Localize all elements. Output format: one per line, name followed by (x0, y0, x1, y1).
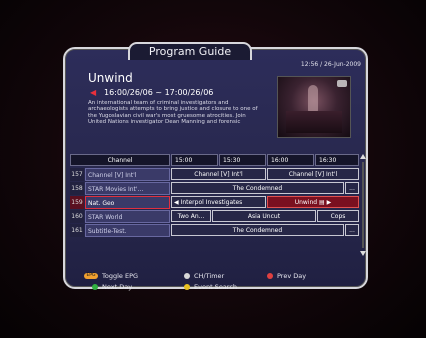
event-cell[interactable]: Asia Uncut (212, 210, 316, 222)
channel-column-header: Channel (70, 154, 170, 166)
legend-label: CH/Timer (194, 272, 225, 280)
channel-name[interactable]: Channel [V] Int'l (85, 168, 170, 181)
event-cell[interactable]: The Condemned (171, 224, 344, 236)
legend-label: Event Search (194, 283, 238, 291)
right-arrow-icon: ▶ (326, 199, 332, 206)
play-arrow-icon: ◀ (90, 87, 97, 97)
scrollbar[interactable] (360, 154, 366, 258)
event-cell[interactable]: Cops (317, 210, 359, 222)
scroll-up-icon[interactable] (360, 154, 366, 159)
channel-number: 161 (70, 224, 84, 237)
time-slot-header: 16:00 (267, 154, 314, 166)
yellow-key-icon (184, 284, 190, 290)
legend-ch-timer: CH/Timer (184, 272, 224, 280)
channel-row-selected[interactable]: 159 Nat. Geo ◀ Interpol Investigates Unw… (70, 196, 362, 209)
channel-number: 157 (70, 168, 84, 181)
channel-name[interactable]: STAR Movies Int'... (85, 182, 170, 195)
legend-event-search: Event Search (184, 283, 237, 291)
green-key-icon (92, 284, 98, 290)
legend-next-day: Next Day (92, 283, 132, 291)
channel-row[interactable]: 157 Channel [V] Int'l Channel [V] Int'l … (70, 168, 362, 181)
left-arrow-icon: ◀ (174, 199, 179, 206)
channel-number: 159 (70, 196, 84, 209)
program-title: Unwind (88, 71, 133, 85)
legend-label: Toggle EPG (102, 272, 139, 280)
video-preview[interactable] (277, 76, 351, 138)
event-title: Interpol Investigates (180, 199, 243, 206)
ch-timer-key-icon (184, 273, 190, 279)
event-cell[interactable]: The Condemned (171, 182, 344, 194)
time-slot-header: 15:00 (171, 154, 218, 166)
reminder-icon: ▤ (319, 199, 325, 206)
event-cell[interactable]: Two An... (171, 210, 211, 222)
event-cell[interactable]: ... (345, 182, 359, 194)
page-title: Program Guide (128, 42, 252, 60)
event-cell[interactable]: ... (345, 224, 359, 236)
time-slot-header: 15:30 (219, 154, 266, 166)
channel-name[interactable]: Subtitle-Test. (85, 224, 170, 237)
channel-name[interactable]: STAR World (85, 210, 170, 223)
channel-logo-icon (337, 80, 347, 87)
preview-crowd (286, 111, 342, 133)
channel-number: 158 (70, 182, 84, 195)
channel-row[interactable]: 160 STAR World Two An... Asia Uncut Cops (70, 210, 362, 223)
channel-row[interactable]: 161 Subtitle-Test. The Condemned ... (70, 224, 362, 237)
program-description: An international team of criminal invest… (88, 100, 258, 126)
program-time-range: 16:00/26/06 ~ 17:00/26/06 (104, 88, 214, 97)
event-cell[interactable]: ◀ Interpol Investigates (171, 196, 266, 208)
program-time-row: ◀ 16:00/26/06 ~ 17:00/26/06 (90, 88, 213, 97)
channel-name[interactable]: Nat. Geo (85, 196, 170, 209)
legend-label: Prev Day (277, 272, 307, 280)
scroll-down-icon[interactable] (360, 251, 366, 256)
time-slot-header: 16:30 (315, 154, 359, 166)
channel-number: 160 (70, 210, 84, 223)
event-cell[interactable]: Channel [V] Int'l (267, 168, 359, 180)
scroll-track (362, 162, 364, 248)
red-key-icon (267, 273, 273, 279)
legend-prev-day: Prev Day (267, 272, 306, 280)
epg-key-icon: EPG (84, 273, 98, 279)
event-title: Unwind (294, 199, 318, 206)
legend-toggle-epg: EPG Toggle EPG (84, 272, 138, 280)
event-cell[interactable]: Channel [V] Int'l (171, 168, 266, 180)
clock-readout: 12:56 / 26-Jun-2009 (300, 61, 361, 68)
channel-row[interactable]: 158 STAR Movies Int'... The Condemned ..… (70, 182, 362, 195)
legend-label: Next Day (102, 283, 133, 291)
event-cell-selected[interactable]: Unwind ▤ ▶ (267, 196, 359, 208)
